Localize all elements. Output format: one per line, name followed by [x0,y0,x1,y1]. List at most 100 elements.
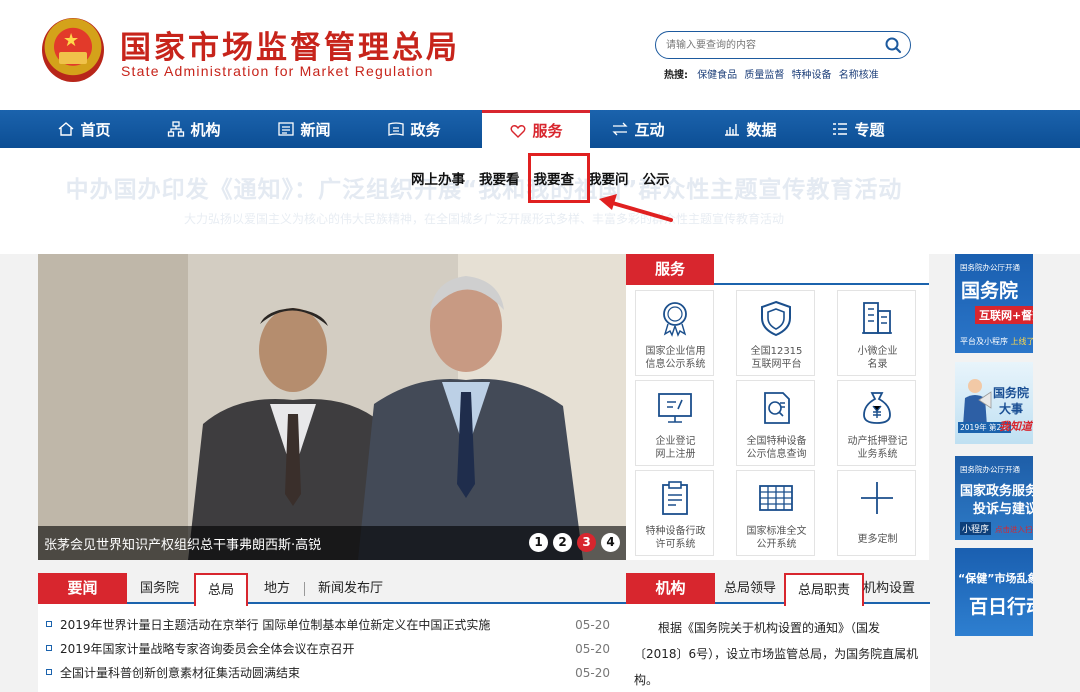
page: ★ 国家市场监督管理总局 State Administration for Ma… [0,0,1080,692]
slider-caption-bar: 张茅会见世界知识产权组织总干事弗朗西斯·高锐 1 2 3 4 [38,526,626,560]
heart-icon [510,124,526,138]
news-slider[interactable]: 张茅会见世界知识产权组织总干事弗朗西斯·高锐 1 2 3 4 [38,254,626,560]
tab-press-hall[interactable]: 新闻发布厅 [318,573,383,604]
service-equipment-query-label: 全国特种设备 公示信息查询 [746,436,807,460]
nav-topics[interactable]: 专题 [808,110,908,148]
slider-dot-4[interactable]: 4 [601,533,620,552]
service-credit-label: 国家企业信用 信息公示系统 [645,346,706,370]
news-panel: 要闻 国务院 总局 地方 新闻发布厅 2019年世界计量日主题活动在京举行 国际… [38,573,626,692]
site-title-en: State Administration for Market Regulati… [121,63,434,79]
slider-dot-3[interactable]: 3 [577,533,596,552]
ad1-bottom: 平台及小程序 上线了 [960,337,1033,346]
service-national-standards[interactable]: 国家标准全文 公开系统 [736,470,815,556]
org-panel-title[interactable]: 机构 [626,573,715,604]
news-icon [278,122,295,136]
nav-service[interactable]: 服务 [482,110,590,148]
nav-topics-label: 专题 [854,120,885,139]
nav-data-label: 数据 [746,120,777,139]
hot-link-quality[interactable]: 质量监督 [744,70,784,81]
hot-link-health-food[interactable]: 保健食品 [697,70,737,81]
service-micro-enterprise[interactable]: 小微企业 名录 [837,290,916,376]
news-title[interactable]: 全国计量科普创新创意素材征集活动圆满结束 [60,664,300,681]
affairs-icon [388,122,405,136]
ad-state-council-supervision[interactable]: 国务院办公厅开通 国务院 互联网+督查 平台及小程序 上线了 [955,254,1033,353]
search-input[interactable] [666,36,876,54]
clipboard-icon [662,481,688,515]
subnav-public-notice[interactable]: 公示 [636,168,677,192]
ad3-note: 点击进入扫码 [995,525,1033,534]
service-12315-platform[interactable]: 全国12315 互联网平台 [736,290,815,376]
slider-dot-2[interactable]: 2 [553,533,572,552]
shield-icon [761,300,791,337]
org-chart-icon [168,121,185,137]
service-panel-title[interactable]: 服务 [626,254,714,285]
tab-responsibilities[interactable]: 总局职责 [784,573,865,606]
service-equipment-license[interactable]: 特种设备行政 许可系统 [635,470,714,556]
national-emblem-logo[interactable]: ★ [42,18,104,82]
news-row[interactable]: 2019年国家计量战略专家咨询委员会全体会议在京召开 05-20 [38,637,626,661]
site-title-cn[interactable]: 国家市场监督管理总局 [120,22,460,67]
ad4-title-2: 百日行动 [969,596,1033,618]
service-more-custom[interactable]: 更多定制 [837,470,916,556]
nav-interact-label: 互动 [634,120,665,139]
tab-structure[interactable]: 机构设置 [863,573,915,604]
nav-affairs[interactable]: 政务 [364,110,464,148]
news-title[interactable]: 2019年国家计量战略专家咨询委员会全体会议在京召开 [60,640,355,657]
org-tabs: 机构 总局领导 总局职责 机构设置 [626,573,930,606]
plus-icon [861,482,893,514]
ad1-title: 国务院 [961,280,1019,302]
ad-gov-service-complaints[interactable]: 国务院办公厅开通 国家政务服务 投诉与建议 小程序 点击进入扫码 [955,456,1033,540]
subnav-online-service[interactable]: 网上办事 [404,168,472,192]
news-panel-title[interactable]: 要闻 [38,573,127,604]
nav-news[interactable]: 新闻 [254,110,354,148]
list-icon [833,123,848,135]
service-micro-label: 小微企业 名录 [857,346,898,370]
nav-affairs-label: 政务 [410,120,441,139]
speaker-figure-icon [963,379,992,426]
nav-interact[interactable]: 互动 [588,110,688,148]
news-date: 05-20 [575,666,610,680]
service-credit-system[interactable]: 国家企业信用 信息公示系统 [635,290,714,376]
nav-data[interactable]: 数据 [700,110,800,148]
nav-org[interactable]: 机构 [144,110,244,148]
exchange-icon [612,122,629,136]
service-special-equipment-query[interactable]: 全国特种设备 公示信息查询 [736,380,815,466]
tab-leadership[interactable]: 总局领导 [724,573,776,604]
nav-home-label: 首页 [80,120,111,139]
slider-caption[interactable]: 张茅会见世界知识产权组织总干事弗朗西斯·高锐 [44,534,321,553]
service-enterprise-registration[interactable]: 企业登记 网上注册 [635,380,714,466]
star-icon: ★ [63,30,80,51]
slider-dot-1[interactable]: 1 [529,533,548,552]
chart-icon [725,124,740,136]
hot-link-special-equipment[interactable]: 特种设备 [792,70,832,81]
service-movable-mortgage[interactable]: 动产抵押登记 业务系统 [837,380,916,466]
news-title[interactable]: 2019年世界计量日主题活动在京举行 国际单位制基本单位新定义在中国正式实施 [60,616,490,633]
hot-search-label: 热搜: [664,70,688,81]
red-arrow-annotation [599,194,673,222]
hot-link-name-approval[interactable]: 名称核准 [839,70,879,81]
highlight-box [528,153,590,203]
service-panel-header: 服务 [626,254,929,285]
news-row[interactable]: 2019年世界计量日主题活动在京举行 国际单位制基本单位新定义在中国正式实施 0… [38,613,626,637]
tab-state-council[interactable]: 国务院 [140,573,179,604]
tab-local[interactable]: 地方 [264,573,290,604]
service-panel: 服务 国家企业信用 信息公示系统 全国12315 互联网平台 小微企业 名录 企业登记… [626,254,929,560]
nav-home[interactable]: 首页 [34,110,134,148]
news-row[interactable]: 全国计量科普创新创意素材征集活动圆满结束 05-20 [38,661,626,685]
ad2-title-1: 国务院 [993,386,1030,400]
money-bag-icon [863,392,891,424]
ad-health-market-campaign[interactable]: “保健”市场乱象 百日行动 [955,548,1033,636]
subnav-view[interactable]: 我要看 [472,168,527,192]
tab-administration[interactable]: 总局 [194,573,249,606]
news-list: 2019年世界计量日主题活动在京举行 国际单位制基本单位新定义在中国正式实施 0… [38,613,626,685]
credit-seal-icon [663,302,687,337]
main-nav: 首页 机构 新闻 政务 服务 互动 数据 专题 [0,110,1080,148]
ad3-title-2: 投诉与建议 [973,502,1033,517]
service-license-label: 特种设备行政 许可系统 [645,526,706,550]
background-subtitle: 大力弘扬以爱国主义为核心的伟大民族精神，在全国城乡广泛开展形式多样、丰富多彩的群… [183,212,784,226]
service-mortgage-label: 动产抵押登记 业务系统 [847,436,908,460]
ad-state-council-events[interactable]: 国务院 大事 2019年 第2期 我知道 [955,362,1033,444]
ad3-tag: 小程序 [960,522,992,535]
ad4-title-1: “保健”市场乱象 [958,572,1033,585]
search-icon[interactable] [884,36,902,54]
